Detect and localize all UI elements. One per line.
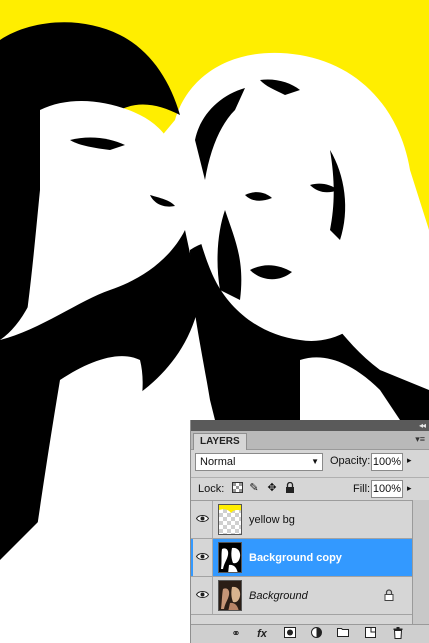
layer-row-background-copy[interactable]: Background copy <box>191 539 412 577</box>
add-mask-icon[interactable] <box>283 627 297 641</box>
fill-slider-icon[interactable]: ▸ <box>407 483 412 494</box>
layer-thumbnail <box>218 504 242 535</box>
panel-menu-icon[interactable]: ▾≡ <box>415 434 425 445</box>
layer-row-background[interactable]: Background <box>191 577 412 615</box>
opacity-label: Opacity: <box>330 455 371 467</box>
visibility-toggle[interactable] <box>193 539 213 576</box>
fx-icon[interactable]: fx <box>255 627 269 641</box>
eye-icon <box>196 553 209 560</box>
fill-label: Fill: <box>353 483 371 495</box>
lock-icon <box>384 589 394 601</box>
layers-scrollbar[interactable] <box>412 500 429 634</box>
layer-name[interactable]: Background copy <box>249 552 342 564</box>
eye-icon <box>196 515 209 522</box>
chevron-down-icon: ▼ <box>311 457 319 466</box>
layer-thumbnail <box>218 580 242 611</box>
opacity-slider-icon[interactable]: ▸ <box>407 455 412 466</box>
lock-all-icon[interactable] <box>284 481 296 494</box>
blend-mode-value: Normal <box>200 456 236 468</box>
layer-thumbnail <box>218 542 242 573</box>
blend-mode-select[interactable]: Normal ▼ <box>195 453 323 471</box>
lock-label: Lock: <box>198 483 225 495</box>
trash-icon[interactable] <box>391 627 405 641</box>
panel-tabbar: LAYERS ▾≡ <box>191 431 429 450</box>
panel-titlebar[interactable]: ◂◂ <box>191 420 429 431</box>
lock-image-pixels-icon[interactable]: ✎ <box>248 482 260 494</box>
adjustment-layer-icon[interactable] <box>309 627 323 641</box>
opacity-input[interactable]: 100% <box>371 453 403 471</box>
visibility-toggle[interactable] <box>193 577 213 614</box>
new-group-icon[interactable] <box>336 627 350 641</box>
layers-panel: ◂◂ LAYERS ▾≡ Normal ▼ Opacity: 100% ▸ Lo… <box>190 420 429 643</box>
link-layers-icon[interactable]: ⚭ <box>229 627 243 641</box>
lock-transparent-pixels-icon[interactable] <box>231 482 243 494</box>
eye-icon <box>196 591 209 598</box>
layers-bottom-toolbar: ⚭ fx <box>191 624 429 643</box>
tab-layers[interactable]: LAYERS <box>193 433 247 450</box>
lock-position-icon[interactable]: ✥ <box>266 482 278 494</box>
layer-name[interactable]: yellow bg <box>249 514 295 526</box>
new-layer-icon[interactable] <box>363 627 377 641</box>
visibility-toggle[interactable] <box>193 501 213 538</box>
layer-row-yellow-bg[interactable]: yellow bg <box>191 501 412 539</box>
blend-row: Normal ▼ Opacity: 100% ▸ <box>195 453 425 473</box>
layer-name[interactable]: Background <box>249 590 308 602</box>
collapse-panel-icon[interactable]: ◂◂ <box>419 420 426 431</box>
lock-row: Lock: ✎ ✥ Fill: 100% ▸ <box>191 477 429 501</box>
fill-input[interactable]: 100% <box>371 480 403 498</box>
